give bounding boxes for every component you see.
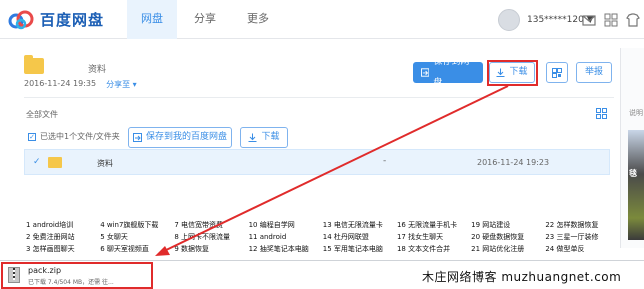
app-window: 百度网盘 网盘 分享 更多 135*****120 ▼ 资料 2016-11-2…: [0, 0, 644, 289]
divider: [24, 97, 614, 98]
top-bar: 百度网盘 网盘 分享 更多 135*****120 ▼: [0, 0, 644, 39]
save-to-disk-label: 保存到网盘: [433, 56, 470, 88]
grid-apps-icon[interactable]: [604, 13, 618, 27]
link-item[interactable]: 11 android: [249, 233, 323, 242]
table-row[interactable]: ✓ 资料 - 2016-11-24 19:23: [24, 149, 610, 175]
download-highlight-box: [487, 60, 538, 86]
user-menu[interactable]: 135*****120 ▼: [498, 9, 594, 31]
link-item[interactable]: 3 怎样画图聊天: [26, 245, 100, 254]
link-item[interactable]: 15 军用笔记本电脑: [323, 245, 397, 254]
link-item[interactable]: 8 上网卡不限流量: [174, 233, 248, 242]
save-to-my-disk-label: 保存到我的百度网盘: [145, 132, 227, 142]
link-item[interactable]: 5 女聊天: [100, 233, 174, 242]
nav-netdisk[interactable]: 网盘: [127, 0, 177, 39]
folder-icon: [24, 55, 44, 74]
report-button[interactable]: 举报: [576, 62, 612, 83]
sidebar-ad-image[interactable]: [628, 130, 644, 240]
link-item[interactable]: 2 免费注册网站: [26, 233, 100, 242]
link-item[interactable]: 13 电信无限流量卡: [323, 221, 397, 230]
link-item[interactable]: 4 win7旗舰版下载: [100, 221, 174, 230]
main-nav: 网盘 分享 更多: [127, 0, 286, 39]
download-item-highlight-box: [1, 262, 153, 289]
link-item[interactable]: 16 无限流量手机卡: [397, 221, 471, 230]
link-item[interactable]: 18 文本文件合并: [397, 245, 471, 254]
file-date: 2016-11-24 19:35: [24, 79, 97, 88]
link-item[interactable]: 24 做型单反: [545, 245, 619, 254]
nav-share[interactable]: 分享: [180, 0, 230, 39]
sidebar-label: 说明: [629, 109, 643, 117]
watermark: 木庄网络博客 muzhuangnet.com: [422, 270, 622, 284]
sidebar-ad-text: 毯: [629, 169, 637, 178]
link-item[interactable]: 17 找女生聊天: [397, 233, 471, 242]
link-item[interactable]: 23 三星一厅装修: [545, 233, 619, 242]
toolbar-download-label: 下载: [261, 132, 280, 142]
toolbar-download-button[interactable]: 下载: [240, 127, 288, 148]
save-to-my-disk-button[interactable]: 保存到我的百度网盘: [128, 127, 232, 148]
link-item[interactable]: 22 怎样数据恢复: [545, 221, 619, 230]
row-checkbox[interactable]: ✓: [33, 157, 41, 167]
select-all-checkbox[interactable]: ✓: [28, 132, 36, 141]
selected-count-text: 已选中1个文件/文件夹: [40, 132, 120, 141]
message-icon[interactable]: [582, 13, 596, 27]
link-grid: 1 android培训 4 win7旗舰版下载 7 电信宽带资费 10 编程自学网 13…: [26, 221, 620, 254]
file-title: 资料: [88, 65, 107, 75]
link-item[interactable]: 10 编程自学网: [249, 221, 323, 230]
link-item[interactable]: 19 网站建设: [471, 221, 545, 230]
link-item[interactable]: 9 数据恢复: [174, 245, 248, 254]
link-item[interactable]: 21 网站优化注册: [471, 245, 545, 254]
breadcrumb-all-files[interactable]: 全部文件: [26, 109, 58, 120]
qrcode-icon: [552, 67, 562, 78]
logo[interactable]: 百度网盘: [8, 9, 104, 30]
folder-icon: [48, 157, 62, 168]
link-item[interactable]: 7 电信宽带资费: [174, 221, 248, 230]
logo-text: 百度网盘: [40, 11, 105, 29]
grid-view-icon[interactable]: [596, 108, 607, 119]
save-icon: [132, 133, 142, 142]
save-to-disk-button[interactable]: 保存到网盘: [413, 57, 483, 88]
link-item[interactable]: 20 硬盘数据恢复: [471, 233, 545, 242]
link-item[interactable]: 12 抽奖笔记本电脑: [249, 245, 323, 254]
selection-toolbar: ✓ 已选中1个文件/文件夹: [28, 131, 120, 142]
avatar[interactable]: [498, 9, 520, 31]
save-icon: [421, 68, 430, 77]
row-date: 2016-11-24 19:23: [477, 158, 550, 167]
link-item[interactable]: 6 聊天室视频直: [100, 245, 174, 254]
link-item[interactable]: 1 android培训: [26, 221, 100, 230]
row-filename[interactable]: 资料: [97, 158, 113, 169]
nav-more[interactable]: 更多: [233, 0, 283, 39]
qrcode-button[interactable]: [546, 62, 568, 83]
link-item[interactable]: 14 杜丹网联盟: [323, 233, 397, 242]
cloud-logo-icon: [8, 10, 34, 29]
share-dropdown[interactable]: 分享至 ▾: [106, 79, 137, 90]
report-label: 举报: [584, 67, 603, 77]
download-icon: [248, 133, 257, 142]
tshirt-icon[interactable]: [626, 13, 640, 27]
row-size: -: [383, 156, 387, 166]
file-meta: 2016-11-24 19:35 分享至 ▾: [24, 79, 137, 90]
